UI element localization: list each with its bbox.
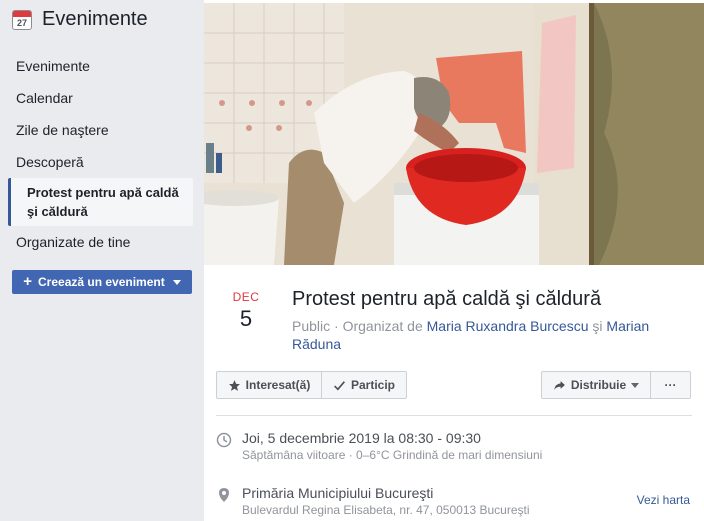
share-button[interactable]: Distribuie <box>541 371 651 399</box>
event-date-day: 5 <box>239 306 253 331</box>
event-date-badge: DEC 5 <box>226 290 266 332</box>
sidebar-item-birthdays[interactable]: Zile de naştere <box>8 114 193 146</box>
event-time-row: Joi, 5 decembrie 2019 la 08:30 - 09:30 S… <box>216 430 692 466</box>
event-date-month: DEC <box>232 290 260 304</box>
view-map-link[interactable]: Vezi harta <box>637 493 690 507</box>
share-arrow-icon <box>553 380 565 390</box>
interested-label: Interesat(ă) <box>245 378 311 392</box>
cover-image <box>204 3 704 265</box>
chevron-down-icon <box>172 279 181 285</box>
sidebar: 27 Evenimente Evenimente Calendar Zile d… <box>0 0 204 521</box>
create-event-label: Creează un eveniment <box>38 275 165 289</box>
sidebar-nav: Evenimente Calendar Zile de naştere Desc… <box>8 50 193 258</box>
calendar-icon-day: 27 <box>16 17 27 28</box>
organized-by-label: · Organizat de <box>334 318 423 334</box>
plus-icon: + <box>23 273 33 290</box>
sidebar-item-discover[interactable]: Descoperă <box>8 146 193 178</box>
sidebar-header: 27 Evenimente <box>12 8 148 31</box>
sidebar-item-calendar[interactable]: Calendar <box>8 82 193 114</box>
location-pin-icon <box>219 488 229 502</box>
create-event-button[interactable]: + Creează un eveniment <box>12 270 192 294</box>
event-card: DEC 5 Protest pentru apă caldă şi căldur… <box>204 0 704 521</box>
share-label: Distribuie <box>570 378 627 392</box>
event-place[interactable]: Primăria Municipiului Bucureşti <box>242 485 433 501</box>
and-label: şi <box>592 318 603 334</box>
event-meta: Public · Organizat de Maria Ruxandra Bur… <box>292 317 682 353</box>
going-button[interactable]: Particip <box>321 371 407 399</box>
checkmark-icon <box>334 380 345 390</box>
more-icon: ··· <box>664 378 677 392</box>
calendar-icon: 27 <box>12 9 32 30</box>
clock-icon <box>216 432 232 448</box>
event-title: Protest pentru apă caldă şi căldură <box>292 288 602 310</box>
sidebar-item-current-event[interactable]: Protest pentru apă caldă şi căldură <box>8 178 193 226</box>
event-address: Bulevardul Regina Elisabeta, nr. 47, 050… <box>242 503 530 517</box>
sidebar-item-hosting[interactable]: Organizate de tine <box>8 226 193 258</box>
star-icon <box>228 379 240 391</box>
sidebar-title: Evenimente <box>42 8 148 30</box>
going-label: Particip <box>350 378 395 392</box>
event-time[interactable]: Joi, 5 decembrie 2019 la 08:30 - 09:30 <box>242 430 481 446</box>
more-options-button[interactable]: ··· <box>650 371 691 399</box>
event-time-sub: Săptămâna viitoare · 0–6°C Grindină de m… <box>242 448 543 462</box>
interested-button[interactable]: Interesat(ă) <box>216 371 322 399</box>
divider <box>216 415 692 416</box>
sidebar-item-events[interactable]: Evenimente <box>8 50 193 82</box>
event-cover-photo[interactable] <box>204 3 704 265</box>
chevron-down-icon <box>631 382 640 388</box>
organizer-link-1[interactable]: Maria Ruxandra Burcescu <box>427 318 589 334</box>
event-privacy: Public <box>292 318 331 334</box>
event-location-row: Primăria Municipiului Bucureşti Bulevard… <box>216 485 692 521</box>
